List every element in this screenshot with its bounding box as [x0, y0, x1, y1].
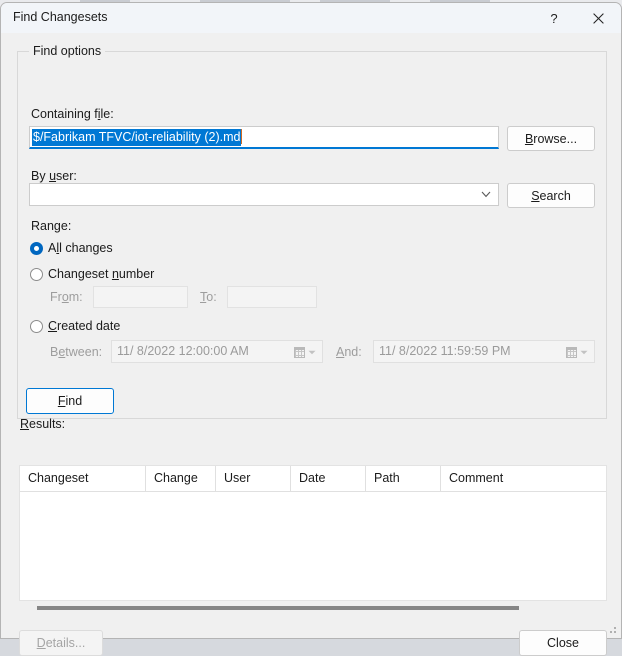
from-input — [93, 286, 188, 308]
results-label: Results: — [20, 417, 66, 431]
radio-changeset-number[interactable] — [30, 268, 43, 281]
close-button[interactable]: Close — [519, 630, 607, 656]
chevron-down-icon — [580, 350, 588, 354]
chevron-down-icon[interactable] — [474, 184, 498, 205]
find-button[interactable]: Find — [26, 388, 114, 414]
radio-changeset-number-label[interactable]: Changeset number — [48, 267, 154, 281]
details-button[interactable]: Details... — [19, 630, 103, 656]
browse-button[interactable]: Browse... — [507, 126, 595, 151]
and-label: And: — [336, 345, 362, 359]
and-datepicker-dropdown[interactable] — [562, 343, 592, 361]
calendar-icon — [293, 346, 305, 358]
between-datepicker[interactable]: 11/ 8/2022 12:00:00 AM — [111, 340, 323, 363]
column-header-comment[interactable]: Comment — [441, 466, 606, 491]
by-user-label: By user: — [31, 169, 77, 183]
and-datepicker[interactable]: 11/ 8/2022 11:59:59 PM — [373, 340, 595, 363]
search-button[interactable]: Search — [507, 183, 595, 208]
column-header-change[interactable]: Change — [146, 466, 216, 491]
between-label: Between: — [50, 345, 103, 359]
find-changesets-dialog: Find Changesets ? Find options Containin… — [0, 2, 622, 656]
column-header-user[interactable]: User — [216, 466, 291, 491]
find-options-legend: Find options — [29, 44, 106, 58]
calendar-icon — [565, 346, 577, 358]
between-date-value: 11/ 8/2022 12:00:00 AM — [117, 344, 249, 358]
results-header-row: Changeset Change User Date Path Comment — [20, 466, 606, 492]
title-bar: Find Changesets ? — [1, 3, 621, 33]
dialog-client-area: Find options Containing file: $/Fabrikam… — [1, 33, 621, 656]
containing-file-input[interactable]: $/Fabrikam TFVC/iot-reliability (2).md — [29, 126, 499, 149]
by-user-combobox[interactable] — [29, 183, 499, 206]
results-listview[interactable]: Changeset Change User Date Path Comment — [19, 465, 607, 601]
radio-all-changes-label[interactable]: All changes — [48, 241, 113, 255]
chevron-down-icon — [308, 350, 316, 354]
results-hscrollbar-thumb[interactable] — [37, 606, 519, 610]
radio-all-changes[interactable] — [30, 242, 43, 255]
to-label: To: — [200, 290, 217, 304]
by-user-value[interactable] — [30, 184, 470, 205]
containing-file-value: $/Fabrikam TFVC/iot-reliability (2).md — [32, 129, 242, 146]
radio-created-date[interactable] — [30, 320, 43, 333]
question-mark-icon[interactable]: ? — [532, 3, 576, 33]
column-header-changeset[interactable]: Changeset — [20, 466, 146, 491]
and-date-value: 11/ 8/2022 11:59:59 PM — [379, 344, 511, 358]
column-header-date[interactable]: Date — [291, 466, 366, 491]
text-caret — [241, 129, 243, 144]
resize-grip-icon[interactable] — [606, 623, 618, 635]
close-icon[interactable] — [576, 3, 620, 33]
to-input — [227, 286, 317, 308]
containing-file-label: Containing file: — [31, 107, 114, 121]
window-title: Find Changesets — [13, 10, 108, 24]
radio-created-date-label[interactable]: Created date — [48, 319, 120, 333]
from-label: From: — [50, 290, 83, 304]
between-datepicker-dropdown[interactable] — [290, 343, 320, 361]
range-label: Range: — [31, 219, 72, 233]
column-header-path[interactable]: Path — [366, 466, 441, 491]
